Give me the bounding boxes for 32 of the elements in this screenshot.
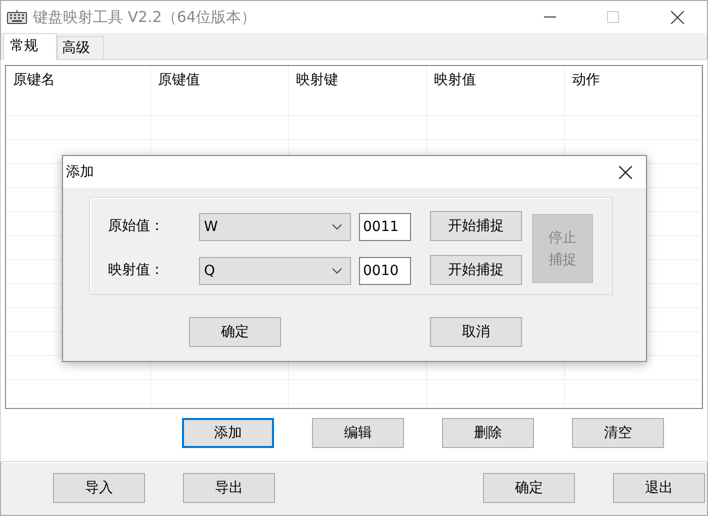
code-field[interactable]: 0010 (359, 257, 411, 285)
dialog-button[interactable]: 取消 (430, 317, 522, 347)
key-dropdown[interactable]: W (199, 213, 351, 241)
list-button[interactable]: 删除 (442, 418, 534, 448)
capture-button[interactable]: 开始捕捉 (430, 255, 522, 285)
dialog-title: 添加 (66, 163, 94, 181)
code-field[interactable]: 0011 (359, 213, 411, 241)
bottom-button[interactable]: 退出 (613, 473, 705, 503)
keyboard-icon (7, 10, 27, 24)
list-button[interactable]: 清空 (572, 418, 664, 448)
close-icon[interactable] (619, 166, 632, 178)
chevron-down-icon (332, 268, 342, 274)
key-dropdown[interactable]: Q (199, 257, 351, 285)
list-button[interactable]: 编辑 (312, 418, 404, 448)
column-header[interactable]: 动作 (565, 66, 702, 92)
bottom-button[interactable]: 确定 (483, 473, 575, 503)
tab[interactable]: 常规 (3, 33, 57, 60)
field-label: 映射值： (108, 261, 165, 279)
column-header[interactable]: 原键值 (151, 66, 289, 92)
tab[interactable]: 高级 (57, 36, 104, 59)
bottom-button[interactable]: 导出 (183, 473, 275, 503)
column-header[interactable]: 映射值 (427, 66, 565, 92)
window-title: 键盘映射工具 V2.2（64位版本） (33, 8, 256, 26)
list-button[interactable]: 添加 (182, 418, 274, 448)
capture-button[interactable]: 开始捕捉 (430, 211, 522, 241)
chevron-down-icon (332, 224, 342, 230)
bottom-button[interactable]: 导入 (53, 473, 145, 503)
column-header[interactable]: 原键名 (6, 66, 151, 92)
field-label: 原始值： (108, 217, 165, 235)
close-icon[interactable] (671, 10, 684, 24)
dialog-button[interactable]: 确定 (189, 317, 281, 347)
column-header[interactable]: 映射键 (289, 66, 427, 92)
